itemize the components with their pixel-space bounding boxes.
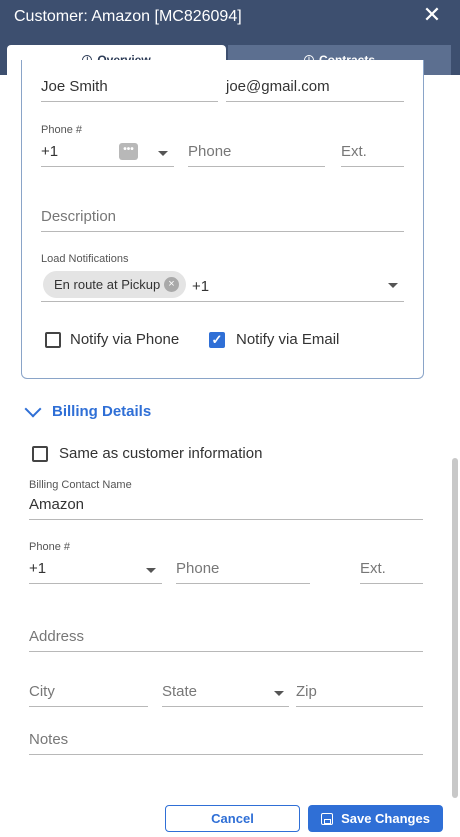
chevron-down-icon (274, 691, 284, 696)
billing-ext-input[interactable]: Ext. (360, 552, 423, 584)
notify-email-checkbox[interactable]: ✓ (209, 332, 225, 348)
scrollbar-thumb[interactable] (452, 458, 458, 798)
cancel-button[interactable]: Cancel (165, 805, 300, 832)
notify-email-label: Notify via Email (236, 331, 340, 348)
chevron-down-icon (388, 283, 398, 288)
city-input[interactable]: City (29, 675, 148, 707)
save-changes-button[interactable]: Save Changes (308, 805, 443, 832)
description-placeholder: Description (41, 208, 117, 225)
phone-placeholder: Phone (188, 143, 232, 160)
notes-input[interactable]: Notes (29, 723, 423, 755)
close-icon[interactable]: ✕ (421, 4, 443, 26)
load-notifications-label: Load Notifications (41, 253, 129, 265)
save-changes-label: Save Changes (341, 811, 430, 826)
more-icon: ••• (119, 143, 138, 160)
billing-phone-input[interactable]: Phone (176, 552, 310, 584)
city-placeholder: City (29, 683, 55, 700)
billing-phone-placeholder: Phone (176, 560, 220, 577)
name-field[interactable]: Joe Smith (41, 70, 218, 102)
billing-contact-name-value: Amazon (29, 496, 85, 513)
email-value: joe@gmail.com (226, 78, 330, 95)
billing-ext-placeholder: Ext. (360, 560, 386, 577)
same-as-customer-checkbox[interactable] (32, 446, 48, 462)
notification-chip-label: En route at Pickup (54, 277, 161, 292)
dialog-title: Customer: Amazon [MC826094] (14, 8, 242, 25)
notify-phone-checkbox[interactable] (45, 332, 61, 348)
address-input[interactable]: Address (29, 620, 423, 652)
zip-input[interactable]: Zip (296, 675, 423, 707)
chevron-down-icon (146, 568, 156, 573)
remove-chip-icon[interactable]: × (164, 277, 179, 292)
save-icon (321, 812, 334, 825)
state-placeholder: State (162, 683, 198, 700)
same-as-customer-label: Same as customer information (59, 445, 263, 462)
billing-section-title: Billing Details (52, 403, 152, 420)
ext-placeholder: Ext. (341, 143, 367, 160)
description-input[interactable]: Description (41, 200, 404, 232)
address-placeholder: Address (29, 628, 85, 645)
ext-input[interactable]: Ext. (341, 135, 404, 167)
phone-input[interactable]: Phone (188, 135, 325, 167)
country-code-value: +1 (41, 143, 59, 160)
notification-more-count: +1 (192, 278, 210, 295)
state-select[interactable]: State (162, 675, 289, 707)
notes-placeholder: Notes (29, 731, 69, 748)
billing-country-code-select[interactable]: +1 (29, 552, 162, 584)
country-code-select[interactable]: +1 (41, 135, 174, 167)
billing-section-toggle[interactable]: Billing Details (24, 400, 152, 420)
email-field[interactable]: joe@gmail.com (226, 70, 404, 102)
name-value: Joe Smith (41, 78, 108, 95)
billing-contact-name-input[interactable]: Amazon (29, 488, 423, 520)
chevron-down-icon (158, 151, 168, 156)
notify-phone-label: Notify via Phone (70, 331, 180, 348)
cancel-label: Cancel (211, 811, 254, 826)
zip-placeholder: Zip (296, 683, 317, 700)
chevron-down-icon (24, 400, 42, 417)
billing-country-code-value: +1 (29, 560, 47, 577)
